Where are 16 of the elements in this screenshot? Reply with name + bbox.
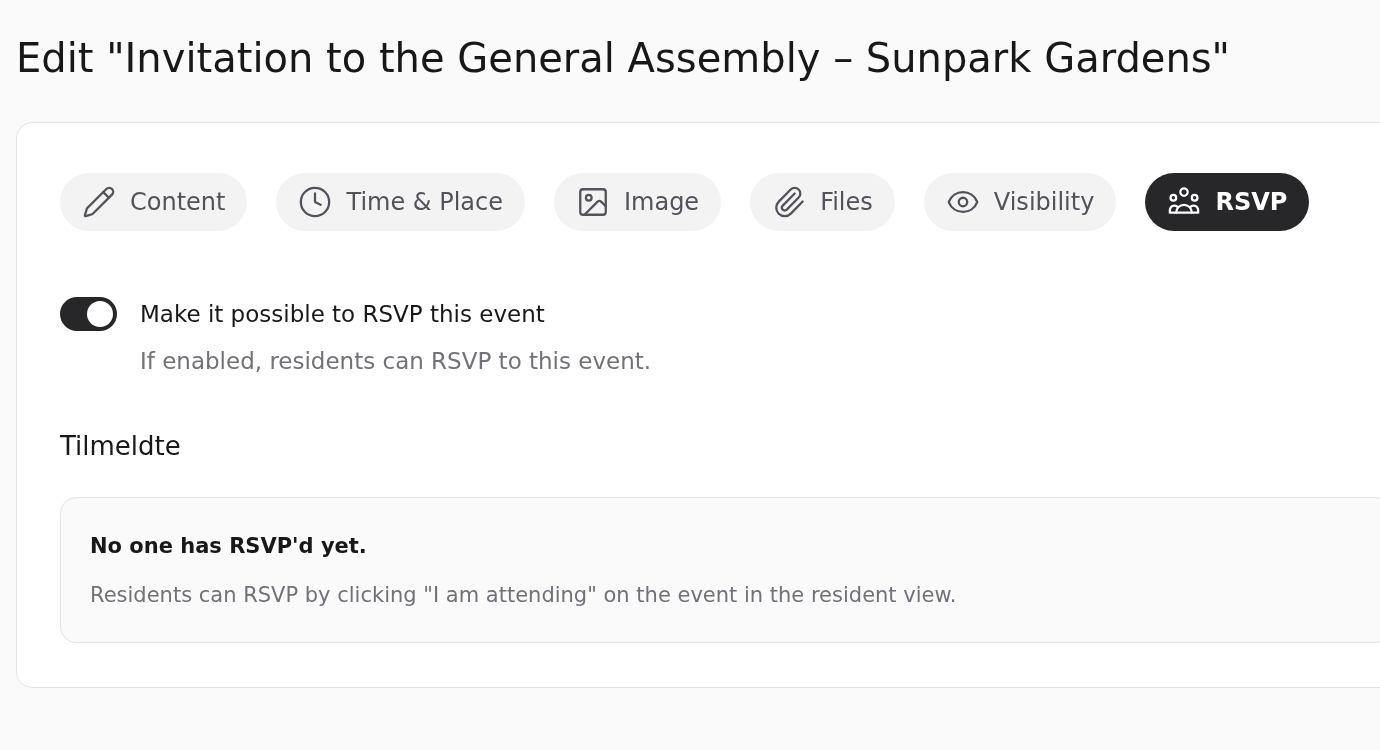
tab[interactable]: Files xyxy=(750,173,895,231)
empty-state-title: No one has RSVP'd yet. xyxy=(90,533,367,560)
tab[interactable]: Visibility xyxy=(923,173,1117,231)
toggle-label: Make it possible to RSVP this event xyxy=(140,300,546,329)
tab[interactable]: RSVP xyxy=(1145,173,1310,231)
clock-icon xyxy=(298,185,333,219)
tab[interactable]: Content xyxy=(60,173,248,231)
pencil-icon xyxy=(82,185,116,219)
tab[interactable]: Image xyxy=(553,173,722,231)
page-title: Edit "Invitation to the General Assembly – Sunpark Gardens" xyxy=(16,34,1230,83)
toggle-description: If enabled, residents can RSVP to this event. xyxy=(140,347,652,375)
toggle-switch[interactable] xyxy=(60,297,117,331)
section-heading: Tilmeldte xyxy=(60,430,181,463)
paperclip-icon xyxy=(772,185,807,219)
tab[interactable]: Time & Place xyxy=(276,173,525,231)
empty-state-description: Residents can RSVP by clicking "I am attending" on the event in the resident view. xyxy=(90,582,957,609)
